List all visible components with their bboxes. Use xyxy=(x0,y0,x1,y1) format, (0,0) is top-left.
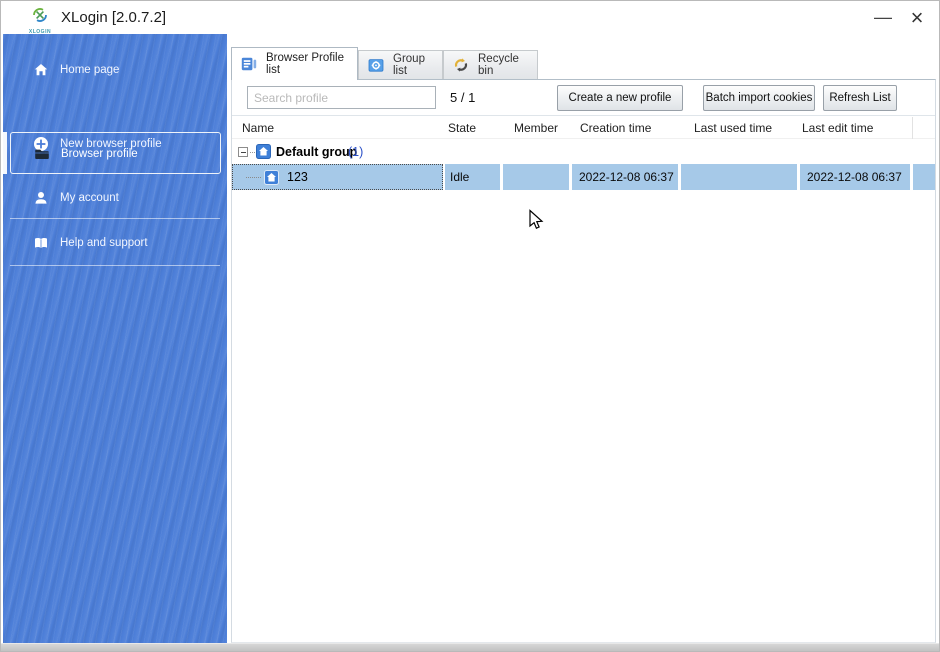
folder-icon xyxy=(34,146,50,162)
column-header-state[interactable]: State xyxy=(448,117,476,139)
window-title: XLogin [2.0.7.2] xyxy=(61,9,167,26)
profile-row[interactable]: 123 Idle 2022-12-08 06:37 2022-12-08 06:… xyxy=(232,164,935,190)
tab-recycle-bin[interactable]: Recycle bin xyxy=(443,50,538,79)
create-new-profile-button[interactable]: Create a new profile xyxy=(557,85,683,111)
sidebar-item-label: Browser profile xyxy=(61,148,138,160)
group-home-icon xyxy=(256,144,271,159)
close-button[interactable]: × xyxy=(901,3,933,32)
sidebar-item-label: Help and support xyxy=(60,237,148,249)
recycle-icon xyxy=(453,57,469,73)
collapse-expander-icon[interactable] xyxy=(238,147,248,157)
selected-item-accent xyxy=(3,132,7,174)
sidebar-item-my-account[interactable]: My account xyxy=(3,187,227,209)
sidebar-divider xyxy=(10,218,220,219)
tab-label: Recycle bin xyxy=(478,53,519,77)
column-header-name[interactable]: Name xyxy=(242,117,274,139)
window-bottom-edge xyxy=(1,643,939,651)
group-folder-icon xyxy=(368,57,384,73)
refresh-list-button[interactable]: Refresh List xyxy=(823,85,897,111)
sidebar: Home page New browser profile Browser pr… xyxy=(3,34,227,644)
tab-panel: 5 / 1 Create a new profile Batch import … xyxy=(231,79,936,643)
toolbar: 5 / 1 Create a new profile Batch import … xyxy=(232,80,935,116)
sidebar-item-label: Home page xyxy=(60,64,120,76)
last-edit-time-cell[interactable]: 2022-12-08 06:37 xyxy=(800,164,910,190)
sidebar-item-label: My account xyxy=(60,192,119,204)
minimize-icon: — xyxy=(874,7,892,27)
group-row[interactable]: Default group (1) xyxy=(232,141,935,163)
tree-branch-line xyxy=(246,177,261,178)
close-icon: × xyxy=(910,4,924,30)
column-header-last-edit[interactable]: Last edit time xyxy=(802,117,873,139)
column-header-creation[interactable]: Creation time xyxy=(580,117,651,139)
profile-list-icon xyxy=(241,56,257,72)
column-separator xyxy=(912,117,913,139)
titlebar: XLOGIN XLogin [2.0.7.2] — × xyxy=(1,1,939,35)
member-cell[interactable] xyxy=(503,164,569,190)
column-header-member[interactable]: Member xyxy=(514,117,558,139)
profile-home-icon xyxy=(264,170,279,185)
main-area: Browser Profile list Group list Recycle … xyxy=(231,34,938,643)
button-label: Create a new profile xyxy=(568,92,672,104)
last-edit-time-value: 2022-12-08 06:37 xyxy=(807,170,902,184)
tree-branch-line xyxy=(250,152,255,153)
sidebar-item-help-and-support[interactable]: Help and support xyxy=(3,232,227,254)
group-count: (1) xyxy=(348,145,364,159)
row-end-cell[interactable] xyxy=(913,164,935,190)
profile-count: 5 / 1 xyxy=(450,90,476,105)
batch-import-cookies-button[interactable]: Batch import cookies xyxy=(703,85,815,111)
table-header: Name State Member Creation time Last use… xyxy=(232,117,935,139)
app-window: XLOGIN XLogin [2.0.7.2] — × Home page Ne… xyxy=(0,0,940,652)
tab-label: Browser Profile list xyxy=(266,52,344,76)
tab-group-list[interactable]: Group list xyxy=(358,50,443,79)
sidebar-item-home-page[interactable]: Home page xyxy=(3,59,227,81)
column-header-last-used[interactable]: Last used time xyxy=(694,117,772,139)
profile-name-cell[interactable]: 123 xyxy=(232,164,443,190)
search-input[interactable] xyxy=(247,86,436,109)
last-used-time-cell[interactable] xyxy=(681,164,797,190)
button-label: Refresh List xyxy=(829,92,891,104)
creation-time-value: 2022-12-08 06:37 xyxy=(579,170,674,184)
minimize-button[interactable]: — xyxy=(867,3,899,32)
home-icon xyxy=(33,62,49,78)
user-icon xyxy=(33,190,49,206)
tab-label: Group list xyxy=(393,53,425,77)
state-value: Idle xyxy=(450,170,470,184)
sidebar-item-browser-profile[interactable]: Browser profile xyxy=(10,132,221,174)
app-logo-icon: XLOGIN xyxy=(25,5,55,35)
tab-browser-profile-list[interactable]: Browser Profile list xyxy=(231,47,358,80)
creation-time-cell[interactable]: 2022-12-08 06:37 xyxy=(572,164,678,190)
sidebar-divider xyxy=(10,265,220,266)
button-label: Batch import cookies xyxy=(705,92,813,104)
group-name: Default group xyxy=(276,145,358,159)
book-icon xyxy=(33,235,49,251)
state-cell[interactable]: Idle xyxy=(445,164,500,190)
mouse-cursor-icon xyxy=(526,209,546,231)
profile-name: 123 xyxy=(287,170,308,184)
